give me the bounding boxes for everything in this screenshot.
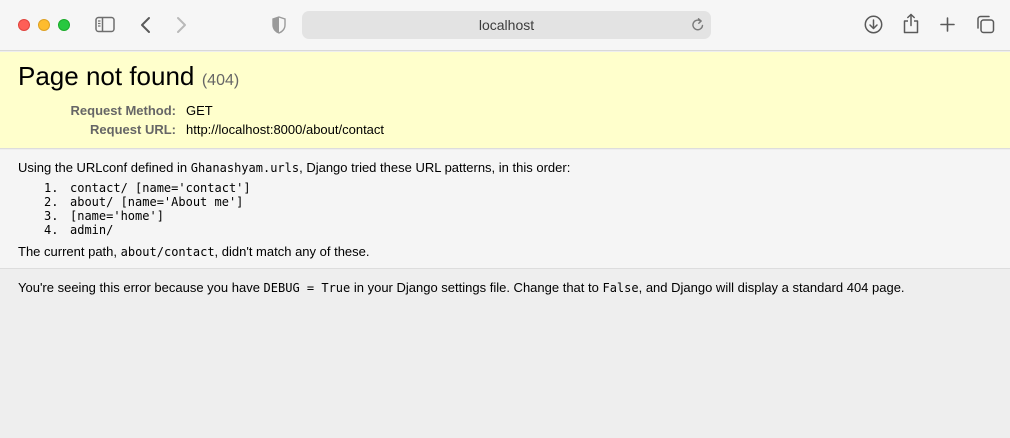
urlconf-intro: Using the URLconf defined in Ghanashyam.…	[18, 160, 570, 175]
pattern-text: contact/ [name='contact']	[70, 181, 251, 195]
explanation-after: , and Django will display a standard 404…	[638, 280, 905, 295]
pattern-number: 3.	[44, 209, 59, 223]
window-minimize-button[interactable]	[38, 19, 50, 31]
explanation-before: You're seeing this error because you hav…	[18, 280, 264, 295]
debug-explanation: You're seeing this error because you hav…	[18, 280, 905, 295]
share-icon[interactable]	[903, 13, 919, 34]
browser-toolbar: localhost	[0, 0, 1010, 51]
pattern-text: about/ [name='About me']	[70, 195, 244, 209]
pattern-text: [name='home']	[70, 209, 164, 223]
request-url-label: Request URL:	[90, 122, 176, 137]
forward-icon[interactable]	[175, 16, 187, 34]
request-method-value: GET	[186, 103, 213, 118]
error-info: Using the URLconf defined in Ghanashyam.…	[0, 150, 1010, 269]
page-title: Page not found (404)	[18, 61, 239, 92]
page-title-text: Page not found	[18, 61, 195, 91]
back-icon[interactable]	[140, 16, 152, 34]
urlconf-intro-before: Using the URLconf defined in	[18, 160, 191, 175]
explanation-middle: in your Django settings file. Change tha…	[350, 280, 603, 295]
status-code: (404)	[201, 72, 240, 89]
pattern-number: 2.	[44, 195, 59, 209]
current-path-before: The current path,	[18, 244, 121, 259]
tabs-overview-icon[interactable]	[976, 15, 995, 34]
current-path-message: The current path, about/contact, didn't …	[18, 244, 370, 259]
window-zoom-button[interactable]	[58, 19, 70, 31]
address-bar[interactable]: localhost	[302, 11, 711, 39]
current-path: about/contact	[120, 245, 215, 259]
new-tab-icon[interactable]	[940, 17, 955, 32]
current-path-after: , didn't match any of these.	[214, 244, 370, 259]
url-pattern-item: 1. contact/ [name='contact']	[44, 181, 251, 195]
debug-setting: DEBUG = True	[263, 281, 351, 295]
url-pattern-item: 2. about/ [name='About me']	[44, 195, 251, 209]
reload-icon[interactable]	[691, 17, 705, 32]
pattern-number: 1.	[44, 181, 59, 195]
url-pattern-list: 1. contact/ [name='contact'] 2. about/ [na…	[44, 181, 251, 237]
address-text: localhost	[478, 17, 535, 33]
pattern-text: admin/	[70, 223, 114, 237]
download-icon[interactable]	[864, 15, 883, 34]
url-pattern-item: 3. [name='home']	[44, 209, 251, 223]
shield-icon[interactable]	[272, 16, 286, 34]
urlconf-intro-after: , Django tried these URL patterns, in th…	[299, 160, 571, 175]
request-url-value: http://localhost:8000/about/contact	[186, 122, 385, 137]
error-summary: Page not found (404) Request Method: GET…	[0, 52, 1010, 149]
false-value: False	[602, 281, 639, 295]
sidebar-icon[interactable]	[95, 16, 115, 33]
window-close-button[interactable]	[18, 19, 30, 31]
urlconf-name: Ghanashyam.urls	[190, 161, 300, 175]
pattern-number: 4.	[44, 223, 59, 237]
request-method-label: Request Method:	[70, 103, 176, 118]
url-pattern-item: 4. admin/	[44, 223, 251, 237]
